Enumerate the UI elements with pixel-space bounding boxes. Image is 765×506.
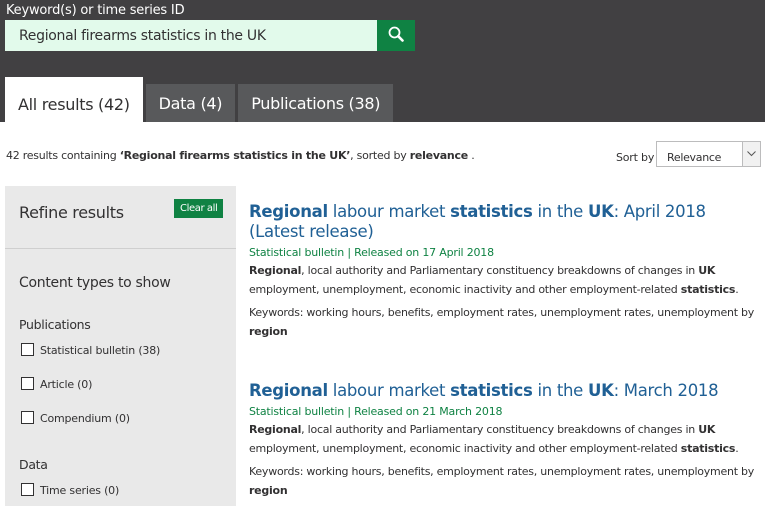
result-meta: Statistical bulletin | Released on 21 Ma…	[249, 405, 503, 418]
text-segment: in the	[532, 381, 588, 400]
filter-group-publications: Publications	[19, 317, 91, 332]
checkbox[interactable]	[21, 482, 34, 496]
sort-label: Sort by	[616, 151, 655, 164]
search-result: Regional labour market statistics in the…	[249, 202, 759, 341]
text-segment: Keywords: working hours, benefits, emplo…	[249, 465, 755, 478]
highlighted-term: Regional	[249, 264, 302, 277]
result-title-link[interactable]: Regional labour market statistics in the…	[249, 381, 759, 401]
checkbox-label: Time series (0)	[40, 484, 120, 497]
highlighted-term: UK	[698, 264, 716, 277]
result-keywords: Keywords: working hours, benefits, emplo…	[249, 303, 759, 341]
highlighted-term: UK	[587, 202, 614, 221]
checkbox-label: Article (0)	[40, 378, 93, 391]
checkbox-label: Statistical bulletin (38)	[40, 344, 161, 357]
text-segment: labour market	[327, 202, 451, 221]
summary-sorted-text: , sorted by	[350, 149, 410, 162]
text-segment: : March 2018	[613, 381, 719, 400]
search-header: Keyword(s) or time series ID All results…	[0, 0, 765, 122]
sort-select[interactable]: Relevance	[656, 141, 761, 167]
text-segment: .	[735, 283, 739, 296]
search-button[interactable]	[377, 20, 415, 51]
checkbox[interactable]	[21, 342, 34, 356]
highlighted-term: UK	[698, 423, 716, 436]
search-input[interactable]	[5, 20, 377, 51]
text-segment: labour market	[327, 381, 451, 400]
highlighted-term: region	[249, 325, 288, 338]
search-label: Keyword(s) or time series ID	[6, 3, 185, 18]
filter-article[interactable]: Article (0)	[21, 375, 92, 391]
filter-group-data: Data	[19, 457, 48, 472]
highlighted-term: Regional	[249, 202, 328, 221]
highlighted-term: statistics	[680, 283, 736, 296]
summary-query: ‘Regional firearms statistics in the UK’	[119, 149, 351, 162]
highlighted-term: statistics	[450, 202, 533, 221]
filter-compendium[interactable]: Compendium (0)	[21, 409, 130, 425]
tab-data[interactable]: Data (4)	[145, 84, 236, 122]
refine-title: Refine results	[19, 203, 124, 222]
tab-publications[interactable]: Publications (38)	[238, 84, 394, 122]
highlighted-term: statistics	[450, 381, 533, 400]
sort-selected-value: Relevance	[667, 151, 722, 164]
results-tabs: All results (42) Data (4) Publications (…	[5, 77, 396, 122]
highlighted-term: Regional	[249, 381, 328, 400]
refine-panel: Refine results Clear all Content types t…	[5, 186, 236, 506]
text-segment: employment, unemployment, economic inact…	[249, 283, 681, 296]
result-title-link[interactable]: Regional labour market statistics in the…	[249, 202, 759, 242]
clear-all-button[interactable]: Clear all	[174, 199, 224, 218]
tab-all-results[interactable]: All results (42)	[5, 77, 143, 122]
search-result: Regional labour market statistics in the…	[249, 381, 759, 500]
checkbox[interactable]	[21, 376, 34, 390]
highlighted-term: region	[249, 484, 288, 497]
text-segment: Keywords: working hours, benefits, emplo…	[249, 306, 755, 319]
results-summary: 42 results containing ‘Regional firearms…	[6, 149, 475, 162]
text-segment: employment, unemployment, economic inact…	[249, 442, 681, 455]
text-segment: , local authority and Parliamentary cons…	[301, 264, 699, 277]
text-segment: , local authority and Parliamentary cons…	[301, 423, 699, 436]
text-segment: in the	[532, 202, 588, 221]
result-keywords: Keywords: working hours, benefits, emplo…	[249, 462, 759, 500]
highlighted-term: statistics	[680, 442, 736, 455]
filter-statistical-bulletin[interactable]: Statistical bulletin (38)	[21, 341, 160, 357]
content-types-title: Content types to show	[19, 275, 171, 291]
checkbox[interactable]	[21, 410, 34, 424]
highlighted-term: UK	[587, 381, 614, 400]
result-description: Regional, local authority and Parliament…	[249, 420, 759, 458]
summary-end: .	[467, 149, 475, 162]
text-segment: .	[735, 442, 739, 455]
refine-panel-header: Refine results Clear all	[5, 186, 236, 249]
result-description: Regional, local authority and Parliament…	[249, 261, 759, 299]
result-meta: Statistical bulletin | Released on 17 Ap…	[249, 246, 494, 259]
search-icon	[388, 26, 404, 45]
summary-sort-key: relevance	[409, 149, 469, 162]
chevron-down-icon	[742, 142, 760, 166]
filter-time-series[interactable]: Time series (0)	[21, 481, 119, 497]
checkbox-label: Compendium (0)	[40, 412, 130, 425]
summary-count: 42 results containing	[6, 149, 120, 162]
highlighted-term: Regional	[249, 423, 302, 436]
